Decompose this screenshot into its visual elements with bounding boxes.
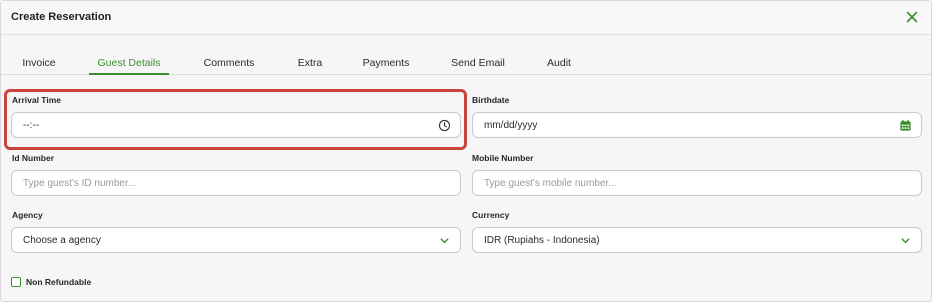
tab-bar: Invoice Guest Details Comments Extra Pay…	[1, 53, 931, 75]
id-number-label: Id Number	[12, 153, 55, 163]
tab-invoice[interactable]: Invoice	[13, 57, 65, 75]
currency-label: Currency	[472, 210, 510, 220]
tab-send-email[interactable]: Send Email	[447, 57, 509, 75]
mobile-number-placeholder: Type guest's mobile number...	[484, 178, 617, 189]
id-number-input[interactable]: Type guest's ID number...	[11, 170, 461, 196]
arrival-time-value: --:--	[23, 120, 40, 131]
agency-value: Choose a agency	[23, 235, 101, 246]
agency-label: Agency	[12, 210, 43, 220]
clock-icon[interactable]	[438, 119, 451, 132]
mobile-number-label: Mobile Number	[472, 153, 534, 163]
tab-extra[interactable]: Extra	[291, 57, 329, 75]
non-refundable-label[interactable]: Non Refundable	[26, 277, 91, 287]
agency-select[interactable]: Choose a agency	[11, 227, 461, 253]
chevron-down-icon	[440, 238, 449, 244]
birthdate-label: Birthdate	[472, 95, 510, 105]
tab-audit[interactable]: Audit	[541, 57, 577, 75]
currency-value: IDR (Rupiahs - Indonesia)	[484, 235, 600, 246]
birthdate-input[interactable]: mm/dd/yyyy	[472, 112, 922, 138]
calendar-icon[interactable]	[899, 119, 912, 132]
mobile-number-input[interactable]: Type guest's mobile number...	[472, 170, 922, 196]
birthdate-value: mm/dd/yyyy	[484, 120, 538, 131]
tab-comments[interactable]: Comments	[197, 57, 261, 75]
arrival-time-input[interactable]: --:--	[11, 112, 461, 138]
modal-title: Create Reservation	[11, 11, 112, 23]
tab-payments[interactable]: Payments	[357, 57, 415, 75]
chevron-down-icon	[901, 238, 910, 244]
modal-header: Create Reservation	[1, 1, 931, 35]
tab-guest-details[interactable]: Guest Details	[89, 57, 169, 75]
currency-select[interactable]: IDR (Rupiahs - Indonesia)	[472, 227, 922, 253]
create-reservation-modal: Create Reservation Invoice Guest Details…	[0, 0, 932, 302]
arrival-time-label: Arrival Time	[12, 95, 61, 105]
id-number-placeholder: Type guest's ID number...	[23, 178, 137, 189]
close-icon[interactable]	[903, 8, 921, 26]
non-refundable-checkbox[interactable]	[11, 277, 21, 287]
